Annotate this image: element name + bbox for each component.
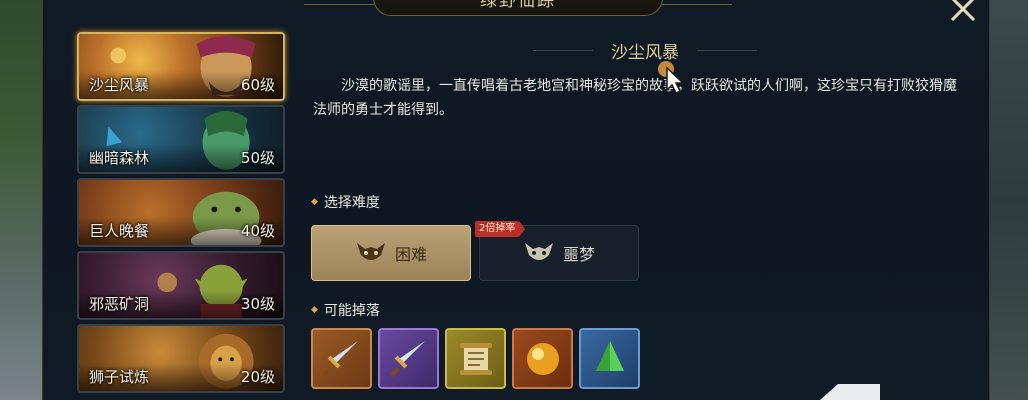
dungeon-heading: 沙尘风暴 [611, 43, 679, 63]
dungeon-name: 沙尘风暴 [89, 76, 150, 94]
dungeon-card-giant-dinner[interactable]: 巨人晚餐 40级 [77, 178, 285, 247]
drops-label-row: ◆ 可能掉落 [311, 300, 380, 320]
drop-item[interactable] [378, 328, 439, 389]
scroll-icon [459, 342, 492, 375]
dungeon-card-evil-mine[interactable]: 邪恶矿洞 30级 [77, 251, 285, 320]
dungeon-level: 30级 [240, 295, 275, 313]
dungeon-level: 50级 [240, 149, 275, 167]
dungeon-name: 邪恶矿洞 [89, 295, 150, 313]
golden-orb-icon [526, 342, 559, 375]
diamond-bullet-icon: ◆ [311, 197, 318, 207]
dungeon-card-sandstorm[interactable]: 沙尘风暴 60级 [77, 32, 285, 101]
dungeon-list: 沙尘风暴 60级 幽暗森林 50级 巨人晚餐 40级 邪恶矿洞 30级 狮子试炼… [77, 32, 287, 397]
dungeon-card-lion-trial[interactable]: 狮子试炼 20级 [77, 324, 285, 393]
title-plate: 绿野仙踪 [304, 0, 732, 16]
drops-list [311, 328, 640, 389]
difficulty-hard-button[interactable]: 困难 [311, 225, 471, 281]
window-title: 绿野仙踪 [480, 0, 556, 11]
diamond-bullet-icon: ◆ [311, 305, 318, 315]
drops-label: 可能掉落 [323, 303, 380, 319]
close-icon [950, 0, 976, 22]
close-button[interactable] [943, 0, 983, 24]
difficulty-label-row: ◆ 选择难度 [311, 192, 380, 212]
dungeon-name: 巨人晚餐 [89, 222, 150, 240]
green-crystal-icon [595, 340, 624, 371]
dungeon-name: 狮子试炼 [89, 368, 150, 386]
dungeon-card-dark-forest[interactable]: 幽暗森林 50级 [77, 105, 285, 174]
drop-item[interactable] [512, 328, 573, 389]
drop-item[interactable] [311, 328, 372, 389]
dungeon-level: 60级 [240, 76, 275, 94]
sword-icon [389, 340, 425, 377]
drop-item[interactable] [445, 328, 506, 389]
mouse-cursor-icon [658, 61, 685, 94]
sword-icon [322, 340, 358, 377]
dungeon-description: 沙漠的歌谣里，一直传唱着古老地宫和神秘珍宝的故事，跃跃欲试的人们啊，这珍宝只有打… [313, 78, 957, 118]
demon-mask-icon [356, 243, 385, 260]
dungeon-name: 幽暗森林 [89, 149, 150, 167]
drop-item[interactable] [579, 328, 640, 389]
difficulty-label: 选择难度 [323, 195, 380, 211]
double-drop-badge: 2倍掉率 [475, 221, 526, 237]
dungeon-panel: 绿野仙踪 沙尘风暴 60级 幽暗森林 50级 巨人晚餐 40级 邪恶矿洞 30级… [42, 0, 990, 400]
dungeon-level: 20级 [240, 368, 275, 386]
difficulty-nightmare-label: 噩梦 [562, 245, 595, 264]
difficulty-hard-label: 困难 [394, 245, 427, 264]
dungeon-level: 40级 [240, 222, 275, 240]
nightmare-mask-icon [524, 243, 553, 260]
